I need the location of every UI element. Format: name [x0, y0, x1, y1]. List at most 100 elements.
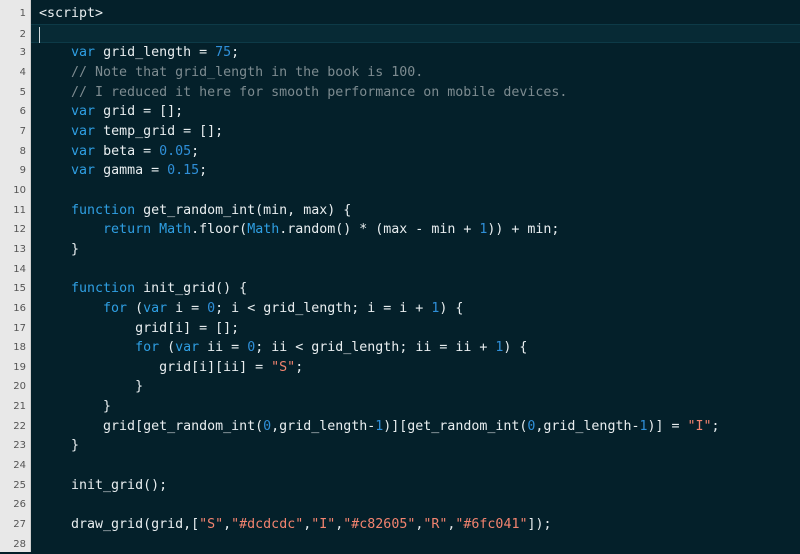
line-text: // I reduced it here for smooth performa…: [39, 83, 567, 103]
keyword-token: var: [71, 163, 96, 179]
code-area[interactable]: 1 <script> 2 3 var grid_length = 75; 4 // No…: [13, 4, 800, 554]
keyword-token: var: [143, 300, 168, 316]
code-line[interactable]: 19 grid[i][ii] = "S";: [13, 358, 800, 378]
line-text: var temp_grid = [];: [39, 122, 223, 142]
code-line[interactable]: 7 var temp_grid = [];: [20, 122, 800, 142]
code-token: grid[i] = [];: [39, 320, 240, 336]
code-token: .floor(: [191, 222, 248, 238]
code-editor[interactable]: 1 <script> 2 3 var grid_length = 75; 4 // No…: [0, 0, 800, 552]
code-line[interactable]: 27 draw_grid(grid,["S","#dcdcdc","I","#c…: [13, 515, 800, 535]
keyword-token: for: [135, 340, 160, 356]
code-token: beta =: [95, 143, 160, 159]
code-line[interactable]: 5 // I reduced it here for smooth perfor…: [20, 83, 800, 103]
line-number: 27: [13, 519, 26, 531]
line-text: var beta = 0.05;: [39, 142, 199, 162]
code-line[interactable]: 12 return Math.floor(Math.random() * (ma…: [13, 220, 800, 240]
code-line[interactable]: 18 for (var ii = 0; ii < grid_length; ii…: [13, 338, 800, 358]
keyword-token: var: [175, 340, 200, 356]
code-token: .random() * (max - min +: [279, 222, 480, 238]
code-token: ;: [295, 359, 304, 375]
code-token: }: [39, 399, 112, 415]
string-token: "I": [311, 517, 336, 533]
line-number: 7: [19, 125, 26, 137]
keyword-token: var: [71, 123, 96, 139]
line-number: 21: [13, 401, 26, 413]
keyword-token: function: [71, 202, 136, 218]
line-text: var grid_length = 75;: [39, 43, 239, 63]
code-token: }: [39, 379, 144, 395]
code-line[interactable]: 22 grid[get_random_int(0,grid_length-1)]…: [13, 417, 800, 437]
number-token: 0.05: [159, 143, 192, 159]
line-text: grid[i][ii] = "S";: [39, 358, 303, 378]
code-line[interactable]: 1 <script>: [20, 4, 800, 24]
code-token: grid[i][ii] =: [39, 359, 272, 375]
code-line[interactable]: 28: [13, 535, 800, 554]
keyword-token: var: [71, 104, 96, 120]
code-token: ii =: [199, 340, 248, 356]
code-line[interactable]: 9 var gamma = 0.15;: [20, 161, 800, 181]
code-line[interactable]: 25 init_grid();: [13, 476, 800, 496]
number-token: 0: [263, 418, 272, 434]
line-text: var grid = [];: [39, 102, 183, 122]
string-token: "S": [199, 517, 224, 533]
code-token: ;: [191, 143, 200, 159]
code-line[interactable]: 26: [13, 495, 800, 515]
line-number: 24: [13, 460, 26, 472]
string-token: "#dcdcdc": [231, 517, 304, 533]
line-number: 15: [13, 283, 26, 295]
code-token: draw_grid(grid,[: [39, 517, 200, 533]
line-number: 8: [19, 145, 26, 157]
code-token: temp_grid = [];: [95, 123, 224, 139]
line-text: // Note that grid_length in the book is …: [39, 63, 423, 83]
code-line[interactable]: 20 }: [13, 377, 800, 397]
line-number: 17: [13, 322, 26, 334]
string-token: "#6fc041": [455, 517, 528, 533]
line-text: }: [39, 377, 143, 397]
code-token: gamma =: [95, 163, 168, 179]
code-line[interactable]: 10: [13, 181, 800, 201]
code-line[interactable]: 4 // Note that grid_length in the book i…: [20, 63, 800, 83]
string-token: "I": [687, 418, 712, 434]
code-token: init_grid();: [39, 477, 168, 493]
line-number: 18: [13, 342, 26, 354]
code-line[interactable]: 13 }: [13, 240, 800, 260]
line-number: 26: [13, 499, 26, 511]
code-line[interactable]: 21 }: [13, 397, 800, 417]
code-line[interactable]: 11 function get_random_int(min, max) {: [13, 201, 800, 221]
code-line[interactable]: 6 var grid = [];: [20, 102, 800, 122]
code-token: ; ii < grid_length; ii = ii +: [255, 340, 496, 356]
line-text: for (var i = 0; i < grid_length; i = i +…: [39, 299, 463, 319]
code-line[interactable]: 14: [13, 260, 800, 280]
code-line[interactable]: 8 var beta = 0.05;: [20, 142, 800, 162]
code-line[interactable]: 15 function init_grid() {: [13, 279, 800, 299]
code-token: grid_length =: [95, 45, 216, 61]
code-line[interactable]: 17 grid[i] = [];: [13, 319, 800, 339]
code-token: )) + min;: [487, 222, 560, 238]
code-token: ]);: [527, 517, 552, 533]
line-text: }: [39, 240, 79, 260]
line-number: 23: [13, 440, 26, 452]
code-token: )] =: [647, 418, 688, 434]
keyword-token: function: [71, 281, 136, 297]
code-line[interactable]: 3 var grid_length = 75;: [20, 43, 800, 63]
line-number: 13: [13, 243, 26, 255]
code-line[interactable]: 24: [13, 456, 800, 476]
line-number: 11: [13, 204, 26, 216]
line-number: 5: [19, 86, 26, 98]
code-line[interactable]: 2: [20, 23, 800, 44]
line-text: function get_random_int(min, max) {: [39, 201, 351, 221]
code-token: }: [39, 241, 80, 257]
line-text: for (var ii = 0; ii < grid_length; ii = …: [39, 338, 527, 358]
code-line[interactable]: 23 }: [13, 436, 800, 456]
keyword-token: var: [71, 143, 96, 159]
line-number: 19: [13, 361, 26, 373]
code-token: get_random_int(min, max) {: [135, 202, 352, 218]
code-line[interactable]: 16 for (var i = 0; i < grid_length; i = …: [13, 299, 800, 319]
line-number: 1: [19, 8, 26, 19]
